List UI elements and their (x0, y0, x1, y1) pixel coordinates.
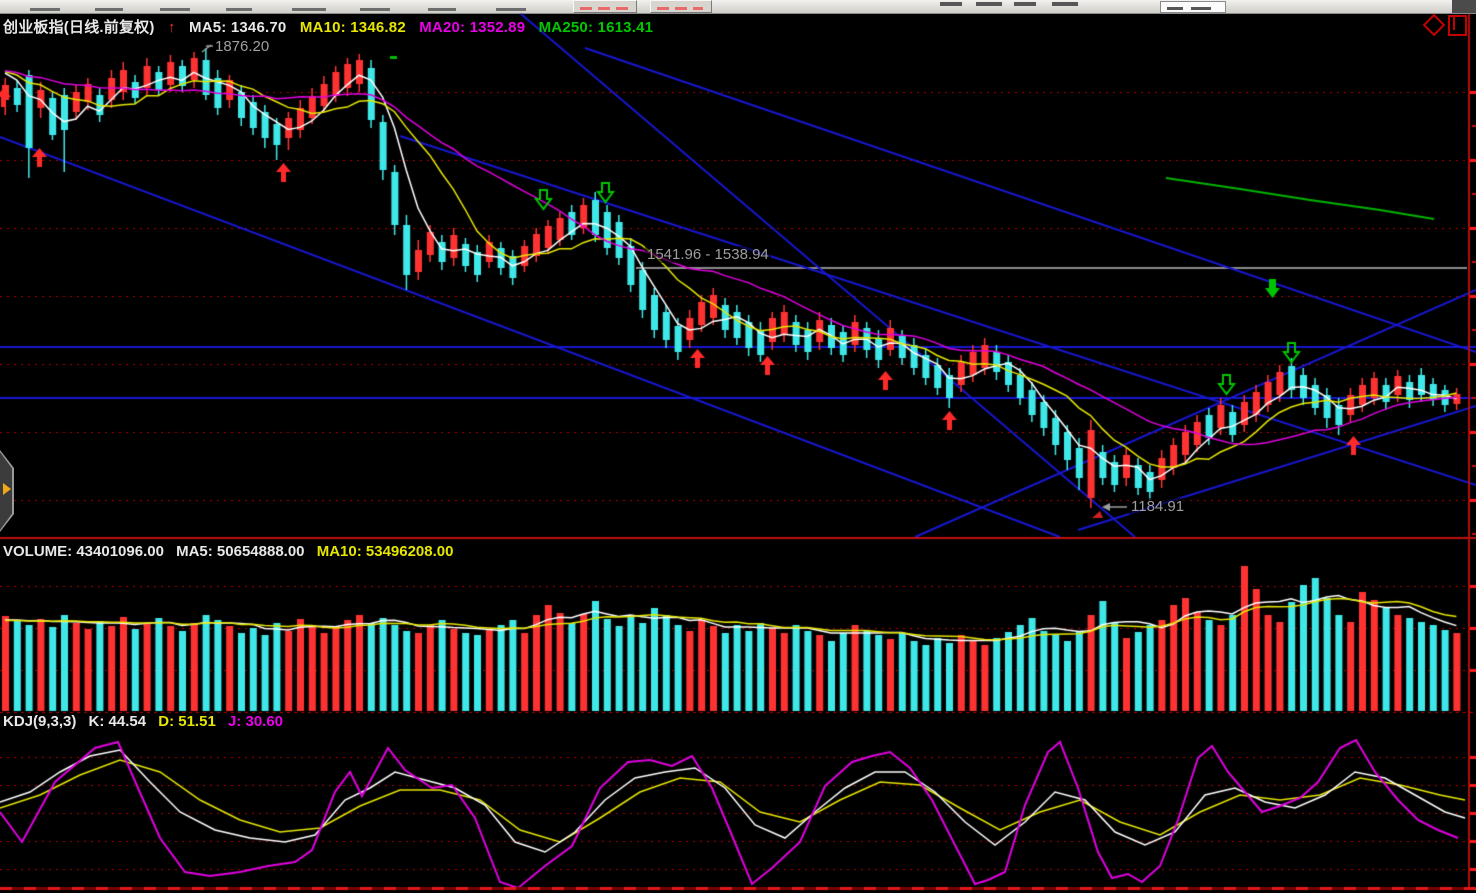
volume-value: VOLUME: 43401096.00 (3, 543, 164, 560)
chart-header: 创业板指(日线.前复权) ↑ MA5: 1346.70 MA10: 1346.8… (3, 16, 662, 37)
ma10-value: MA10: 1346.82 (299, 19, 406, 36)
kdj-d-value: D: 51.51 (158, 713, 216, 730)
peak-price-label: 1876.20 (213, 38, 272, 55)
kdj-k-value: K: 44.54 (88, 713, 147, 730)
kdj-name: KDJ(9,3,3) (3, 713, 77, 730)
trading-app-window: 创业板指(日线.前复权) ↑ MA5: 1346.70 MA10: 1346.8… (0, 0, 1476, 893)
expand-right-icon (3, 483, 11, 495)
restore-window-icon[interactable] (1448, 15, 1467, 36)
range-price-label: 1541.96 - 1538.94 (645, 246, 771, 263)
ma250-value: MA250: 1613.41 (538, 19, 654, 36)
ma5-value: MA5: 1346.70 (189, 19, 287, 36)
ma20-value: MA20: 1352.89 (419, 19, 526, 36)
volume-ma10-value: MA10: 53496208.00 (316, 543, 454, 560)
chart-canvas[interactable] (0, 0, 1476, 893)
symbol-title: 创业板指(日线.前复权) (3, 19, 155, 36)
up-arrow-icon: ↑ (167, 19, 176, 36)
kdj-j-value: J: 30.60 (227, 713, 284, 730)
kdj-header: KDJ(9,3,3) K: 44.54 D: 51.51 J: 30.60 (3, 713, 291, 730)
volume-ma5-value: MA5: 50654888.00 (176, 543, 305, 560)
volume-header: VOLUME: 43401096.00 MA5: 50654888.00 MA1… (3, 543, 461, 560)
low-price-label: 1184.91 (1129, 498, 1187, 515)
